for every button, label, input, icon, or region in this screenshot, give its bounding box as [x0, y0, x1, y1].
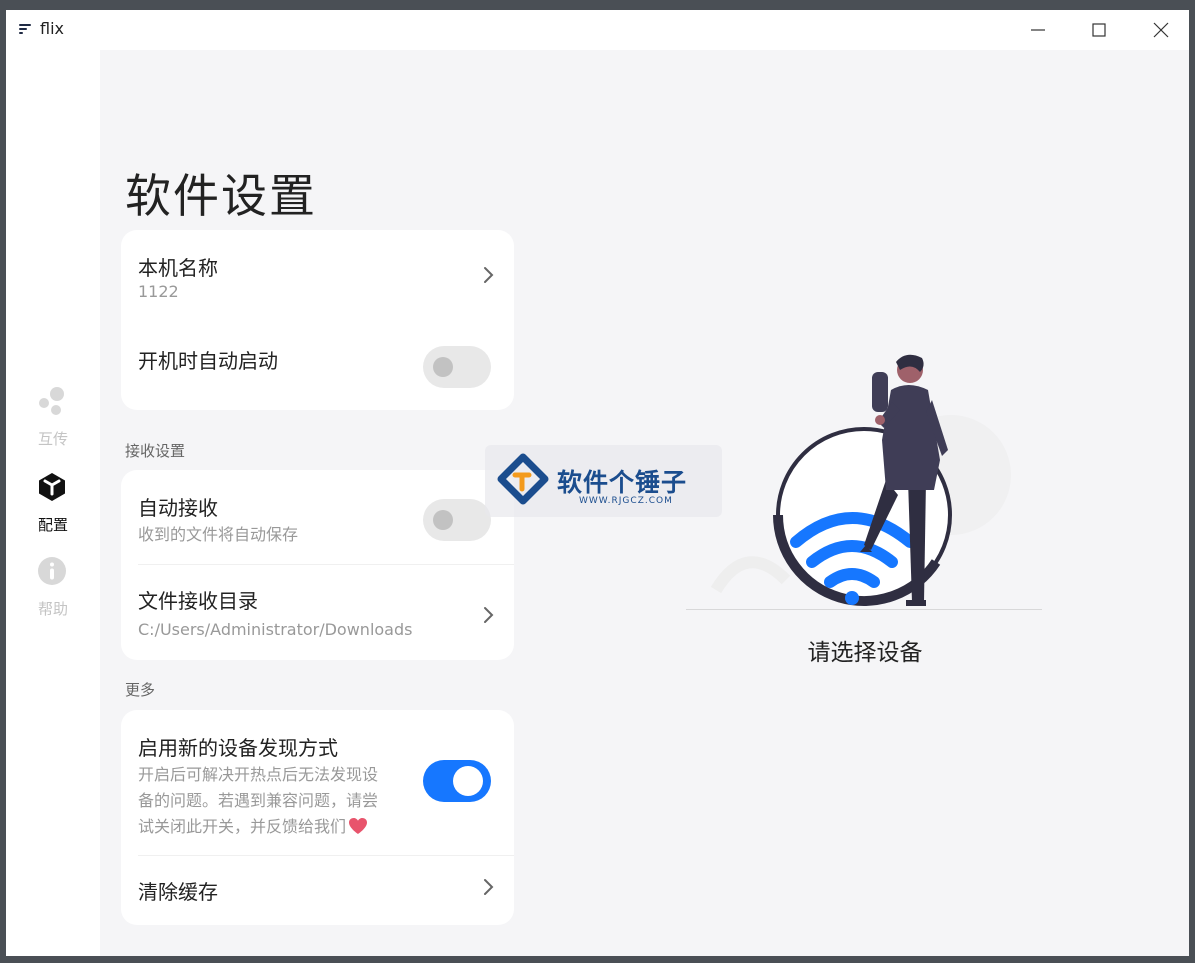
title-bar[interactable]: flix: [6, 10, 1189, 50]
sidebar-item-config[interactable]: 配置: [6, 472, 100, 542]
new-discovery-desc-line2: 备的问题。若遇到兼容问题，请尝: [138, 791, 379, 810]
watermark-name: 软件个锤子: [557, 468, 688, 497]
autostart-toggle[interactable]: [423, 346, 491, 388]
share-dots-icon: [39, 387, 64, 415]
autostart-title: 开机时自动启动: [138, 349, 278, 373]
receive-settings-card: 自动接收 收到的文件将自动保存 文件接收目录 C:/Users/Administ…: [121, 470, 514, 660]
sidebar-item-help[interactable]: 帮助: [6, 556, 100, 626]
chevron-right-icon: [484, 267, 494, 283]
auto-receive-title: 自动接收: [138, 496, 218, 520]
toggle-knob: [433, 357, 453, 377]
sidebar-item-label: 帮助: [37, 600, 68, 618]
toggle-knob: [433, 510, 453, 530]
app-title: flix: [40, 19, 64, 38]
page-title: 软件设置: [125, 169, 317, 223]
receive-dir-value: C:/Users/Administrator/Downloads: [138, 620, 413, 639]
maximize-button[interactable]: [1077, 16, 1121, 44]
heart-icon: [349, 818, 368, 834]
watermark-url: WWW.RJGCZ.COM: [579, 496, 673, 506]
device-name-value: 1122: [138, 282, 179, 301]
new-discovery-toggle[interactable]: [423, 760, 491, 802]
more-section-label: 更多: [125, 681, 156, 699]
more-settings-card: 启用新的设备发现方式 开启后可解决开热点后无法发现设 备的问题。若遇到兼容问题，…: [121, 710, 514, 925]
clear-cache-row[interactable]: 清除缓存: [121, 856, 514, 925]
sidebar-item-label: 配置: [37, 516, 68, 534]
autostart-row: 开机时自动启动: [121, 325, 514, 410]
watermark-logo: [497, 453, 549, 505]
config-cube-icon: [39, 473, 65, 501]
new-discovery-row: 启用新的设备发现方式 开启后可解决开热点后无法发现设 备的问题。若遇到兼容问题，…: [121, 710, 514, 855]
info-icon: [38, 557, 66, 585]
sidebar-item-label: 互传: [37, 430, 68, 448]
app-window: flix 互传 配置 帮助 软件设置 本机名称 1122 开机时自动启动 接收设…: [6, 10, 1189, 956]
toggle-knob: [453, 766, 483, 796]
chevron-right-icon: [484, 607, 494, 623]
new-discovery-title: 启用新的设备发现方式: [138, 736, 338, 760]
receive-dir-title: 文件接收目录: [138, 589, 258, 613]
auto-receive-subtitle: 收到的文件将自动保存: [138, 525, 299, 544]
general-settings-card: 本机名称 1122 开机时自动启动: [121, 230, 514, 410]
main-content: 软件设置 本机名称 1122 开机时自动启动 接收设置 自动接收 收到的文件将自…: [100, 50, 1189, 956]
chevron-right-icon: [484, 879, 494, 895]
close-button[interactable]: [1139, 16, 1183, 44]
device-name-title: 本机名称: [138, 256, 218, 280]
close-icon: [1153, 22, 1169, 38]
receive-section-label: 接收设置: [125, 442, 186, 460]
minimize-icon: [1031, 29, 1045, 31]
new-discovery-desc-line1: 开启后可解决开热点后无法发现设: [138, 765, 379, 784]
new-discovery-desc-line3: 试关闭此开关，并反馈给我们: [138, 814, 368, 840]
select-device-message: 请选择设备: [807, 640, 923, 666]
auto-receive-toggle[interactable]: [423, 499, 491, 541]
clear-cache-title: 清除缓存: [138, 880, 218, 904]
device-name-row[interactable]: 本机名称 1122: [121, 230, 514, 325]
minimize-button[interactable]: [1016, 16, 1060, 44]
maximize-icon: [1092, 23, 1106, 37]
receive-dir-row[interactable]: 文件接收目录 C:/Users/Administrator/Downloads: [121, 565, 514, 660]
sidebar-item-share[interactable]: 互传: [6, 386, 100, 456]
wifi-person-illustration: [686, 354, 1042, 610]
flix-logo-icon: [19, 24, 31, 34]
auto-receive-row: 自动接收 收到的文件将自动保存: [121, 470, 514, 565]
sidebar: 互传 配置 帮助: [6, 50, 100, 956]
